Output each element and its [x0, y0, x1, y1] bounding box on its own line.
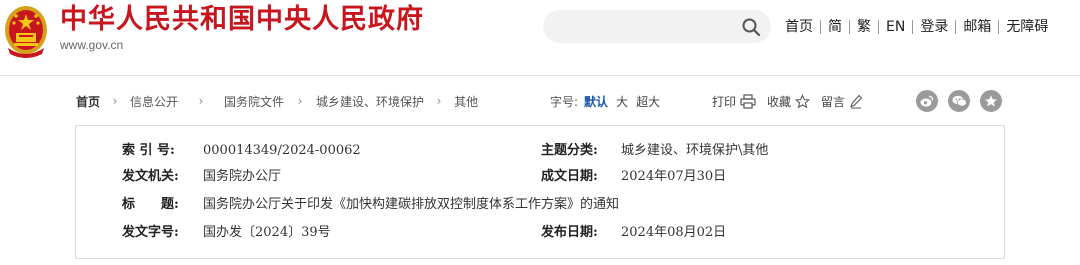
favorite-label: 收藏: [767, 94, 792, 109]
weibo-icon: [920, 95, 934, 107]
doc-number-label: 发文字号:: [122, 225, 179, 240]
publish-date-label: 发布日期:: [541, 225, 598, 240]
doc-number-value: 国办发〔2024〕39号: [203, 225, 331, 240]
font-size-default[interactable]: 默认: [584, 93, 608, 110]
index-number-label: 索 引 号:: [122, 143, 175, 158]
font-size-xlarge[interactable]: 超大: [636, 93, 660, 110]
share-favorite-button[interactable]: [980, 90, 1002, 112]
font-size-large[interactable]: 大: [616, 93, 628, 110]
info-row: 标 题: 国务院办公厅关于印发《加快构建碳排放双控制度体系工作方案》的通知: [76, 192, 1006, 218]
info-row: 索 引 号: 000014349/2024-00062 主题分类: 城乡建设、环…: [76, 138, 1006, 164]
search-icon[interactable]: [741, 17, 761, 37]
nav-login[interactable]: 登录: [913, 17, 955, 37]
nav-english[interactable]: EN: [879, 17, 912, 37]
written-date-label: 成文日期:: [541, 169, 598, 184]
national-emblem-icon[interactable]: [2, 4, 50, 60]
toolbar: 首页 › 信息公开 › 国务院文件 › 城乡建设、环境保护 › 其他 字号: 默…: [0, 86, 1080, 116]
breadcrumb-separator: ›: [112, 94, 118, 108]
share-weibo-button[interactable]: [916, 90, 938, 112]
breadcrumb-separator: ›: [297, 94, 303, 108]
index-number-value: 000014349/2024-00062: [203, 143, 361, 158]
favorite-button[interactable]: 收藏: [767, 93, 811, 110]
breadcrumb-item-info-public[interactable]: 信息公开: [130, 93, 178, 110]
breadcrumb: 首页 › 信息公开 › 国务院文件 › 城乡建设、环境保护 › 其他: [76, 86, 478, 116]
header-divider: [0, 75, 1080, 76]
favorite-star-icon: [985, 95, 997, 107]
title-label: 标 题:: [122, 197, 179, 212]
document-info-table: 索 引 号: 000014349/2024-00062 主题分类: 城乡建设、环…: [75, 125, 1005, 259]
title-value: 国务院办公厅关于印发《加快构建碳排放双控制度体系工作方案》的通知: [203, 197, 620, 212]
share-buttons: [916, 90, 1012, 112]
font-size-switcher: 字号: 默认 大 超大: [550, 86, 668, 116]
font-size-label: 字号:: [550, 94, 579, 109]
site-title[interactable]: 中华人民共和国中央人民政府: [60, 2, 424, 38]
print-button[interactable]: 打印: [712, 93, 756, 110]
issuer-label: 发文机关:: [122, 169, 179, 184]
breadcrumb-separator: ›: [436, 94, 442, 108]
printer-icon: [740, 93, 756, 109]
comment-label: 留言: [821, 94, 846, 109]
site-header: 中华人民共和国中央人民政府 www.gov.cn 首页 简 繁 EN 登录 邮箱…: [0, 0, 1080, 76]
info-row: 发文字号: 国办发〔2024〕39号 发布日期: 2024年08月02日: [76, 220, 1006, 246]
nav-home[interactable]: 首页: [778, 17, 820, 37]
breadcrumb-separator: ›: [198, 94, 204, 108]
category-label: 主题分类:: [541, 143, 598, 158]
breadcrumb-item-urban-env[interactable]: 城乡建设、环境保护: [316, 93, 424, 110]
page-tools: 打印 收藏 留言: [712, 86, 874, 116]
issuer-value: 国务院办公厅: [203, 169, 282, 184]
nav-accessibility[interactable]: 无障碍: [999, 17, 1055, 37]
category-value: 城乡建设、环境保护\其他: [621, 143, 769, 158]
star-outline-icon: [795, 93, 811, 108]
breadcrumb-item-state-council-docs[interactable]: 国务院文件: [224, 93, 284, 110]
top-nav: 首页 简 繁 EN 登录 邮箱 无障碍: [778, 16, 1055, 38]
print-label: 打印: [712, 94, 737, 109]
breadcrumb-home[interactable]: 首页: [76, 93, 100, 110]
search-input[interactable]: [543, 10, 771, 43]
breadcrumb-item-other[interactable]: 其他: [454, 93, 478, 110]
pencil-icon: [850, 94, 863, 108]
site-domain: www.gov.cn: [60, 38, 124, 52]
wechat-icon: [952, 95, 967, 107]
share-wechat-button[interactable]: [948, 90, 970, 112]
nav-mail[interactable]: 邮箱: [956, 17, 998, 37]
info-row: 发文机关: 国务院办公厅 成文日期: 2024年07月30日: [76, 164, 1006, 190]
nav-simplified[interactable]: 简: [821, 17, 849, 37]
nav-traditional[interactable]: 繁: [850, 17, 878, 37]
comment-button[interactable]: 留言: [821, 93, 863, 110]
publish-date-value: 2024年08月02日: [621, 225, 727, 240]
written-date-value: 2024年07月30日: [621, 169, 727, 184]
